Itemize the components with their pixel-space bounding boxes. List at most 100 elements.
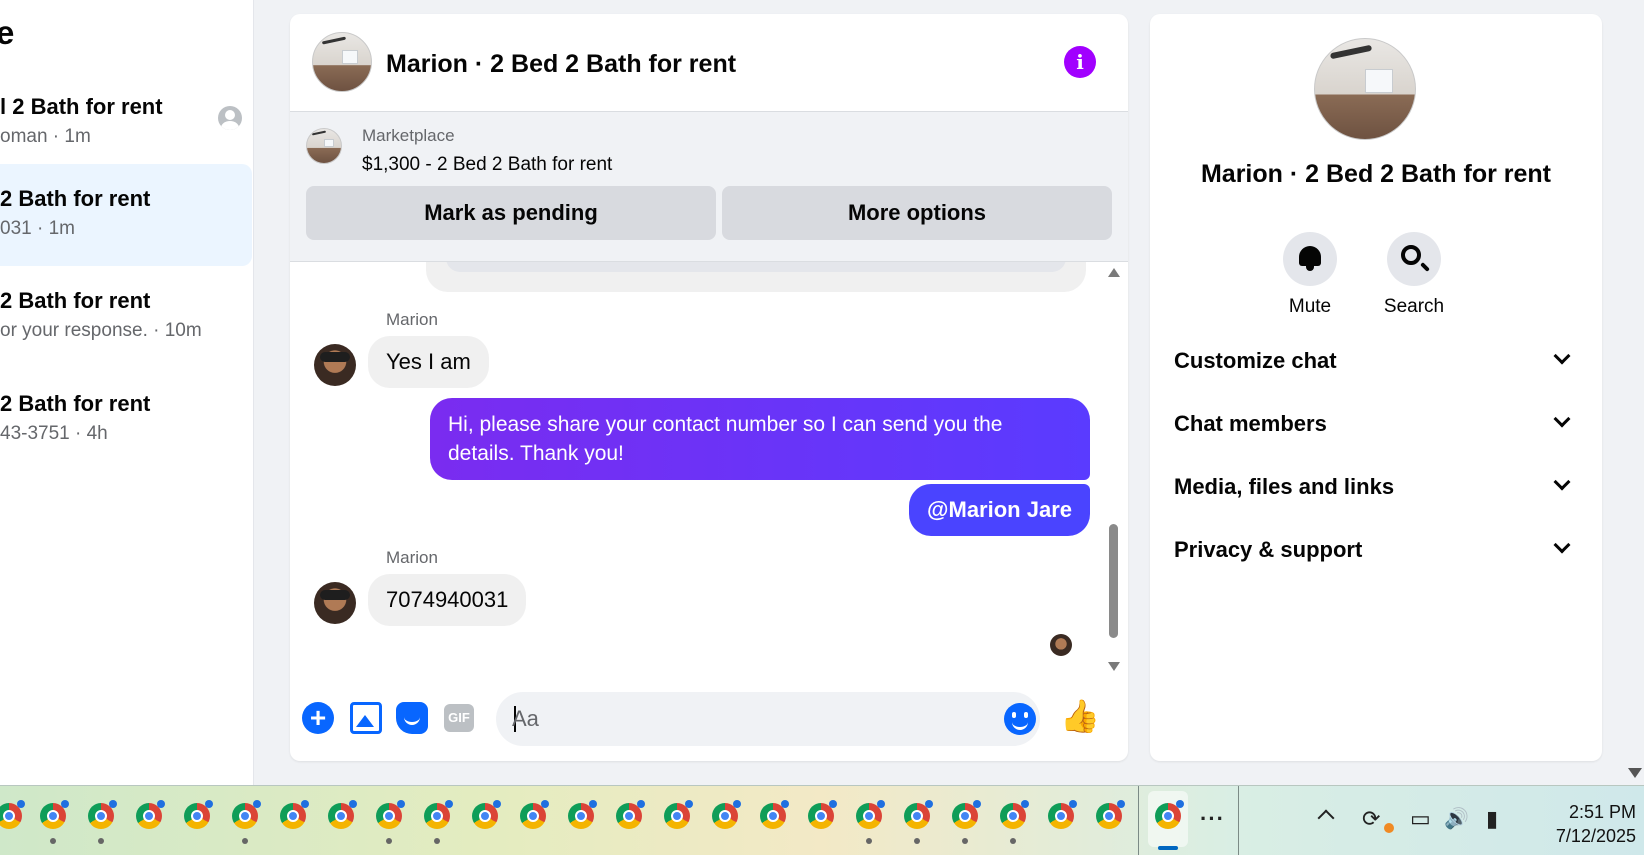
conversation-title: 2 Bath for rent bbox=[0, 391, 151, 416]
media-files-links-section[interactable]: Media, files and links bbox=[1174, 462, 1578, 512]
mute-action[interactable]: Mute bbox=[1260, 232, 1360, 318]
listing-avatar-large[interactable] bbox=[1314, 38, 1416, 140]
chrome-taskbar-icon[interactable] bbox=[376, 800, 405, 829]
listing-title[interactable]: $1,300 - 2 Bed 2 Bath for rent bbox=[362, 154, 612, 176]
photo-icon[interactable] bbox=[350, 702, 382, 734]
volume-icon[interactable]: 🔊 bbox=[1444, 808, 1469, 830]
message-bubble-outgoing[interactable]: Hi, please share your contact number so … bbox=[430, 398, 1090, 480]
scroll-up-arrow-icon[interactable] bbox=[1108, 268, 1120, 277]
chrome-taskbar-icon[interactable] bbox=[328, 800, 357, 829]
conversation-item[interactable]: l 2 Bath for rent oman · 1m bbox=[0, 74, 252, 176]
sticker-icon[interactable] bbox=[396, 702, 428, 734]
search-action[interactable]: Search bbox=[1364, 232, 1464, 318]
sender-avatar[interactable] bbox=[314, 582, 356, 624]
profile-badge-icon bbox=[349, 800, 357, 808]
system-clock[interactable]: 2:51 PM 7/12/2025 bbox=[1516, 800, 1636, 848]
thumbs-up-icon[interactable]: 👍 bbox=[1060, 698, 1100, 734]
conversation-title: 2 Bath for rent bbox=[0, 288, 151, 313]
chrome-active-icon[interactable] bbox=[1155, 800, 1184, 829]
info-icon[interactable]: i bbox=[1064, 46, 1096, 78]
scrollbar-thumb[interactable] bbox=[1109, 524, 1118, 638]
section-label: Privacy & support bbox=[1174, 537, 1363, 562]
chrome-taskbar-icon[interactable] bbox=[40, 800, 69, 829]
profile-badge-icon bbox=[589, 800, 597, 808]
emoji-icon[interactable] bbox=[1004, 703, 1036, 735]
message-input-box[interactable] bbox=[496, 692, 1040, 746]
listing-thumbnail[interactable] bbox=[306, 128, 342, 164]
chrome-taskbar-icon[interactable] bbox=[904, 800, 933, 829]
conversation-item[interactable]: 2 Bath for rent or your response. · 10m bbox=[0, 268, 252, 370]
mark-as-pending-button[interactable]: Mark as pending bbox=[306, 186, 716, 240]
chrome-taskbar-icon[interactable] bbox=[520, 800, 549, 829]
display-icon[interactable]: ▭ bbox=[1410, 808, 1431, 830]
conversation-subtitle: or your response. · 10m bbox=[0, 320, 202, 341]
chevron-down-icon bbox=[1553, 536, 1571, 554]
chrome-taskbar-icon[interactable] bbox=[280, 800, 309, 829]
chat-title[interactable]: Marion · 2 Bed 2 Bath for rent bbox=[386, 50, 736, 79]
running-indicator bbox=[1010, 838, 1016, 844]
chrome-taskbar-icon[interactable] bbox=[856, 800, 885, 829]
sync-icon[interactable]: ⟳ bbox=[1362, 808, 1380, 830]
chrome-taskbar-icon[interactable] bbox=[0, 800, 25, 829]
conversation-item-active[interactable]: 2 Bath for rent 031 · 1m bbox=[0, 164, 252, 266]
more-apps-icon[interactable]: ··· bbox=[1200, 806, 1225, 832]
profile-badge-icon bbox=[685, 800, 693, 808]
chrome-taskbar-icon[interactable] bbox=[664, 800, 693, 829]
ceiling-fan-icon bbox=[321, 36, 347, 45]
chrome-taskbar-icon[interactable] bbox=[616, 800, 645, 829]
chrome-taskbar-icon[interactable] bbox=[184, 800, 213, 829]
more-options-button[interactable]: More options bbox=[722, 186, 1112, 240]
profile-badge-icon bbox=[1021, 800, 1029, 808]
read-receipt-avatar bbox=[1050, 634, 1072, 656]
message-input[interactable] bbox=[512, 692, 982, 746]
profile-badge-icon bbox=[109, 800, 117, 808]
mute-button[interactable] bbox=[1283, 232, 1337, 286]
profile-badge-icon bbox=[205, 800, 213, 808]
profile-badge-icon bbox=[17, 800, 25, 808]
chat-members-section[interactable]: Chat members bbox=[1174, 399, 1578, 449]
customize-chat-section[interactable]: Customize chat bbox=[1174, 336, 1578, 386]
chevron-down-icon bbox=[1553, 473, 1571, 491]
chrome-taskbar-icon[interactable] bbox=[136, 800, 165, 829]
scroll-down-arrow-icon[interactable] bbox=[1108, 662, 1120, 671]
search-icon bbox=[1401, 245, 1421, 265]
plus-icon[interactable]: + bbox=[302, 702, 334, 734]
message-composer: + GIF 👍 bbox=[290, 682, 1128, 761]
taskbar-divider bbox=[1138, 786, 1139, 855]
battery-icon[interactable]: ▮ bbox=[1486, 808, 1498, 830]
chrome-taskbar-icon[interactable] bbox=[712, 800, 741, 829]
chrome-taskbar-icon[interactable] bbox=[1048, 800, 1077, 829]
conversation-item[interactable]: 2 Bath for rent 43-3751 · 4h bbox=[0, 371, 252, 473]
message-bubble-incoming[interactable]: 7074940031 bbox=[368, 574, 527, 626]
message-bubble-incoming[interactable]: Yes I am bbox=[368, 336, 489, 388]
section-label: Media, files and links bbox=[1174, 474, 1395, 499]
chrome-taskbar-icon[interactable] bbox=[424, 800, 453, 829]
chrome-taskbar-icon[interactable] bbox=[1096, 800, 1125, 829]
chrome-taskbar-icon[interactable] bbox=[808, 800, 837, 829]
conversation-subtitle: 43-3751 · 4h bbox=[0, 423, 108, 444]
gif-icon[interactable]: GIF bbox=[444, 704, 474, 732]
window-icon bbox=[324, 139, 334, 148]
message-scrollbar[interactable] bbox=[1106, 262, 1122, 682]
chrome-taskbar-icon[interactable] bbox=[88, 800, 117, 829]
chevron-down-icon bbox=[1553, 410, 1571, 428]
chrome-taskbar-icon[interactable] bbox=[472, 800, 501, 829]
clock-date: 7/12/2025 bbox=[1555, 826, 1636, 846]
conversation-title: 2 Bath for rent bbox=[0, 186, 151, 211]
chrome-taskbar-icon[interactable] bbox=[232, 800, 261, 829]
page-scroll-down-arrow-icon[interactable] bbox=[1628, 768, 1642, 778]
profile-badge-icon bbox=[301, 800, 309, 808]
chevron-up-icon[interactable] bbox=[1317, 809, 1335, 827]
chrome-taskbar-icon[interactable] bbox=[952, 800, 981, 829]
chrome-taskbar-icon[interactable] bbox=[760, 800, 789, 829]
chrome-taskbar-icon[interactable] bbox=[1000, 800, 1029, 829]
listing-avatar[interactable] bbox=[312, 32, 372, 92]
seen-avatar-icon bbox=[218, 106, 242, 130]
sender-avatar[interactable] bbox=[314, 344, 356, 386]
search-button[interactable] bbox=[1387, 232, 1441, 286]
chrome-taskbar-icon[interactable] bbox=[568, 800, 597, 829]
message-bubble-outgoing[interactable]: @Marion Jare bbox=[909, 484, 1090, 536]
marketplace-label: Marketplace bbox=[362, 126, 455, 145]
running-indicator bbox=[866, 838, 872, 844]
privacy-support-section[interactable]: Privacy & support bbox=[1174, 525, 1578, 575]
